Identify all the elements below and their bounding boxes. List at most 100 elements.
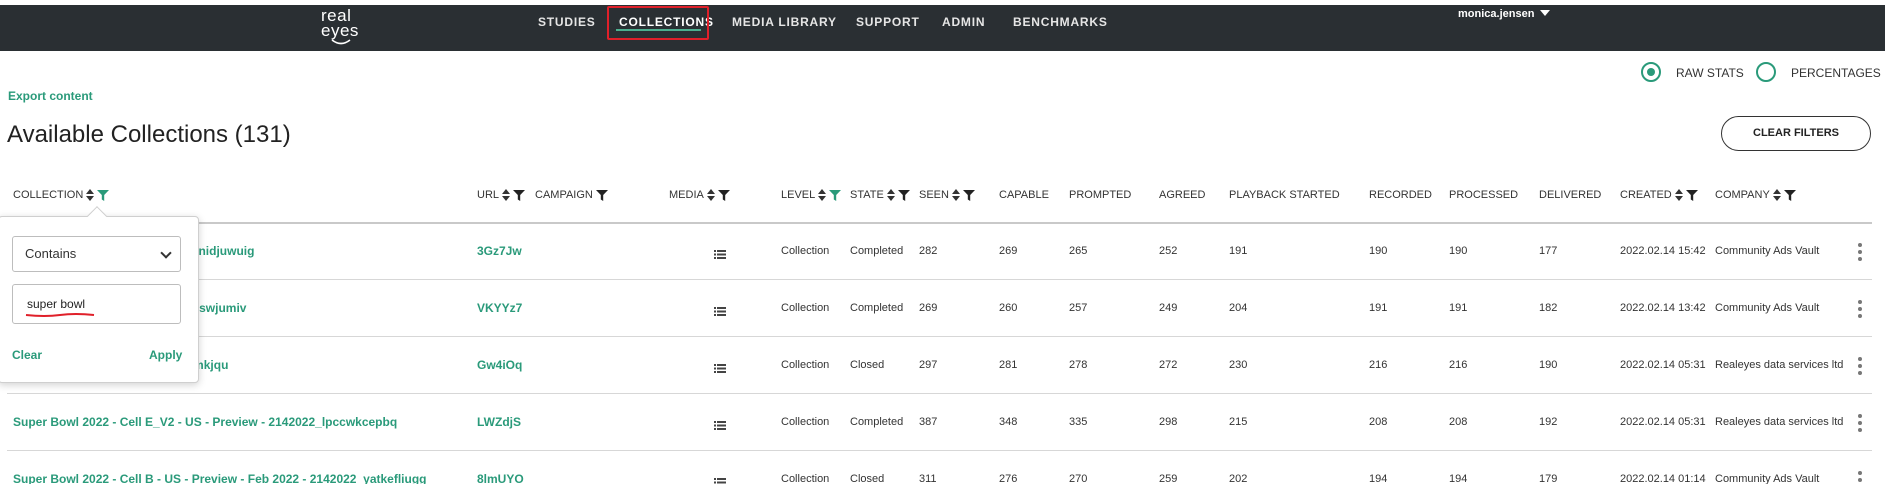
sort-icon[interactable] [818,189,827,201]
sort-icon[interactable] [1674,189,1683,201]
sort-icon[interactable] [1772,189,1781,201]
filter-icon[interactable] [962,189,975,201]
cell-created: 2022.02.14 05:31 [1620,359,1706,371]
filter-icon[interactable] [897,189,910,201]
filter-operator-select[interactable]: Contains [12,236,181,272]
cell-state: Completed [850,302,904,314]
user-menu[interactable]: monica.jensen [1458,8,1551,20]
cell-url[interactable]: 3Gz7Jw [477,244,522,258]
nav-studies[interactable]: STUDIES [538,11,596,33]
sort-icon[interactable] [886,189,895,201]
nav-support[interactable]: SUPPORT [856,11,920,33]
clear-filters-button[interactable]: CLEAR FILTERS [1721,116,1871,151]
more-vert-icon[interactable] [1858,357,1862,375]
chevron-down-icon [160,247,172,259]
cell-processed: 190 [1449,245,1468,257]
page-title: Available Collections (131) [7,121,291,148]
raw-stats-radio[interactable] [1641,62,1661,82]
cell-playback: 215 [1229,416,1248,428]
cell-state: Closed [850,359,885,371]
more-vert-icon[interactable] [1858,243,1862,261]
cell-level: Collection [781,416,830,428]
realeyes-logo[interactable]: real eyes [321,7,359,45]
cell-agreed: 272 [1159,359,1178,371]
cell-seen: 297 [919,359,938,371]
media-list-icon[interactable] [714,303,726,321]
filter-apply-button[interactable]: Apply [149,348,182,362]
cell-playback: 191 [1229,245,1248,257]
cell-prompted: 335 [1069,416,1088,428]
column-header-company[interactable]: COMPANY [1715,188,1796,202]
column-header-level[interactable]: LEVEL [781,188,842,202]
column-header-prompted[interactable]: PROMPTED [1069,188,1131,202]
nav-benchmarks[interactable]: BENCHMARKS [1013,11,1108,33]
cell-company: Community Ads Vault [1715,245,1820,257]
column-header-seen[interactable]: SEEN [919,188,975,202]
column-header-collection[interactable]: COLLECTION [13,188,110,202]
cell-seen: 282 [919,245,938,257]
cell-state: Closed [850,473,885,484]
sort-icon[interactable] [951,189,960,201]
media-list-icon[interactable] [714,474,726,484]
column-header-created[interactable]: CREATED [1620,188,1698,202]
row-divider [7,393,1872,394]
cell-recorded: 194 [1369,473,1388,484]
column-header-capable[interactable]: CAPABLE [999,188,1049,202]
column-header-label: RECORDED [1369,189,1432,201]
filter-value-text: super bowl [27,297,86,311]
cell-url[interactable]: 8lmUYO [477,472,524,484]
filter-icon[interactable] [513,189,526,201]
media-list-icon[interactable] [714,417,726,435]
filter-icon[interactable] [829,189,842,201]
filter-clear-button[interactable]: Clear [12,348,42,362]
column-header-media[interactable]: MEDIA [669,188,730,202]
nav-media-library[interactable]: MEDIA LIBRARY [732,11,837,33]
column-header-label: DELIVERED [1539,189,1602,201]
more-vert-icon[interactable] [1858,414,1862,432]
row-divider [7,279,1872,280]
cell-delivered: 192 [1539,416,1558,428]
row-divider [7,336,1872,337]
cell-capable: 348 [999,416,1018,428]
media-list-icon[interactable] [714,360,726,378]
more-vert-icon[interactable] [1858,300,1862,318]
cell-url[interactable]: LWZdjS [477,415,521,429]
sort-icon[interactable] [86,189,95,201]
cell-url[interactable]: VKYYz7 [477,301,522,315]
column-header-delivered[interactable]: DELIVERED [1539,188,1601,202]
cell-recorded: 190 [1369,245,1388,257]
cell-level: Collection [781,359,830,371]
filter-icon[interactable] [97,189,110,201]
sort-icon[interactable] [502,189,511,201]
column-header-campaign[interactable]: CAMPAIGN [535,188,608,202]
filter-icon[interactable] [1783,189,1796,201]
cell-collection[interactable]: Super Bowl 2022 - Cell E_V2 - US - Previ… [13,415,397,429]
filter-icon[interactable] [717,189,730,201]
percentages-label: PERCENTAGES [1791,66,1881,80]
cell-prompted: 270 [1069,473,1088,484]
cell-processed: 216 [1449,359,1468,371]
filter-value-input[interactable]: super bowl [12,284,181,324]
column-header-agreed[interactable]: AGREED [1159,188,1205,202]
column-header-processed[interactable]: PROCESSED [1449,188,1518,202]
sort-icon[interactable] [706,189,715,201]
cell-processed: 194 [1449,473,1468,484]
more-vert-icon[interactable] [1858,471,1862,484]
column-header-state[interactable]: STATE [850,188,910,202]
filter-icon[interactable] [595,189,608,201]
nav-admin[interactable]: ADMIN [942,11,985,33]
red-underline-annotation [25,313,95,317]
cell-state: Completed [850,416,904,428]
column-header-url[interactable]: URL [477,188,526,202]
column-header-playback-started[interactable]: PLAYBACK STARTED [1229,188,1340,202]
cell-capable: 260 [999,302,1018,314]
cell-url[interactable]: Gw4iOq [477,358,522,372]
column-header-recorded[interactable]: RECORDED [1369,188,1432,202]
cell-created: 2022.02.14 13:42 [1620,302,1706,314]
cell-created: 2022.02.14 15:42 [1620,245,1706,257]
percentages-radio[interactable] [1756,62,1776,82]
cell-collection[interactable]: Super Bowl 2022 - Cell B - US - Preview … [13,472,427,484]
filter-icon[interactable] [1685,189,1698,201]
media-list-icon[interactable] [714,246,726,264]
export-content-link[interactable]: Export content [8,89,93,103]
